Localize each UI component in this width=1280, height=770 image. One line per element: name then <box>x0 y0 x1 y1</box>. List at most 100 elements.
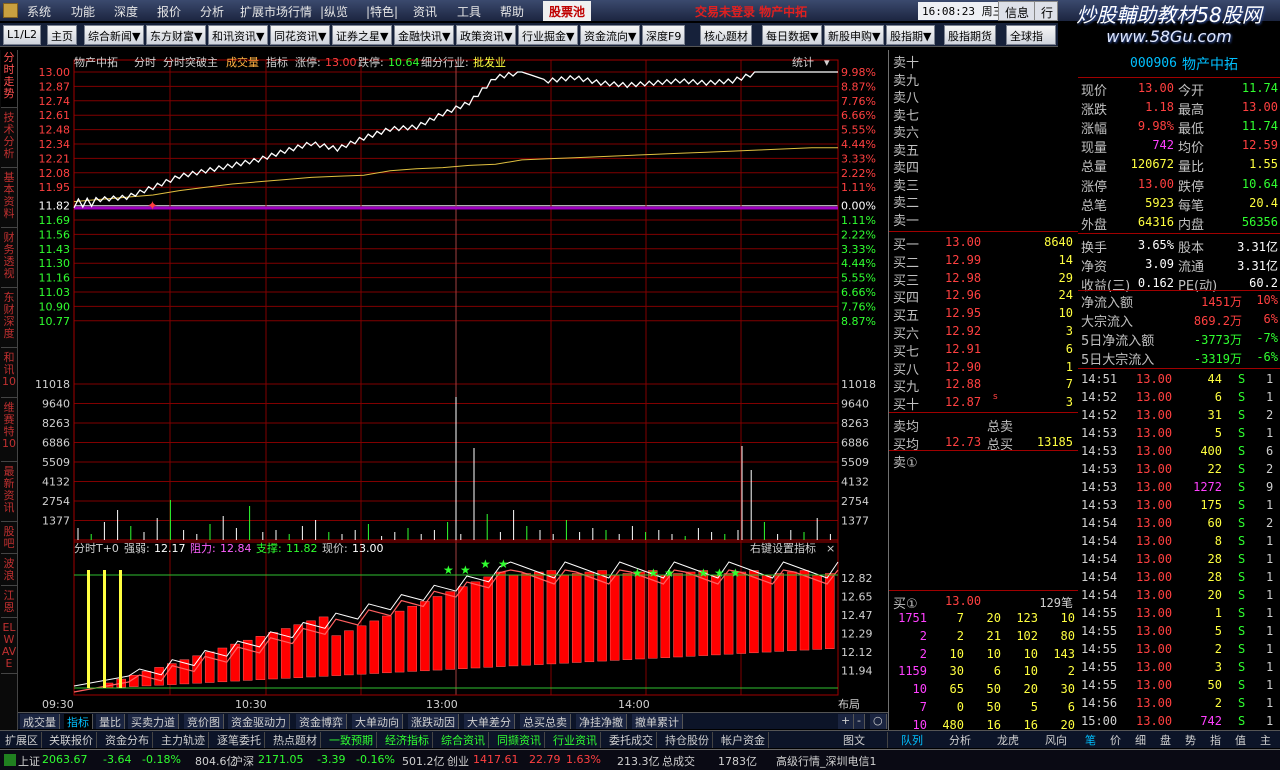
indicator-control-button[interactable]: - <box>854 714 865 729</box>
indicator-tab[interactable]: 撤单累计 <box>632 714 683 729</box>
indicator-tab[interactable]: 成交量 <box>20 714 60 729</box>
graph-f10-button[interactable]: 图文F10 <box>840 732 888 761</box>
intraday-chart[interactable]: 物产中拓 分时 分时突破主 成交量 指标 涨停: 13.00 跌停: 10.64… <box>18 50 888 712</box>
sidebar-item-forum[interactable]: 股吧 <box>1 524 17 554</box>
detail-tab[interactable]: 价 <box>1103 732 1128 748</box>
indicator-tab[interactable]: 资金博弈 <box>296 714 347 729</box>
extension-tab[interactable]: 一致预期 <box>326 732 377 748</box>
toolbar-policy[interactable]: 政策资讯▼ <box>456 25 517 45</box>
toolbar-daily-data[interactable]: 每日数据▼ <box>762 25 823 45</box>
detail-tab[interactable]: 笔 <box>1078 732 1103 748</box>
sidebar-item-technical[interactable]: 技术分析 <box>1 110 17 168</box>
indicator-tab[interactable]: 量比 <box>96 714 125 729</box>
menu-quote[interactable]: 报价 <box>157 3 181 20</box>
sell-queue-label: 卖① <box>893 456 918 471</box>
menu-analysis[interactable]: 分析 <box>200 3 224 20</box>
detail-tab[interactable]: 盘 <box>1153 732 1178 748</box>
trade-button[interactable]: 行 <box>1034 1 1058 21</box>
menu-overview[interactable]: |纵览 <box>320 3 348 20</box>
menu-news[interactable]: 资讯 <box>413 3 437 20</box>
sub-close-icon[interactable]: × <box>826 542 835 555</box>
indicator-tab[interactable]: 大单差分 <box>464 714 515 729</box>
sidebar-item-financials[interactable]: 财务透视 <box>1 230 17 288</box>
sidebar-item-fundamentals[interactable]: 基本资料 <box>1 170 17 228</box>
toolbar-flash-news[interactable]: 金融快讯▼ <box>394 25 455 45</box>
toolbar-home[interactable]: 主页 <box>47 25 77 45</box>
toolbar-general-news[interactable]: 综合新闻▼ <box>84 25 145 45</box>
chart-collapse-icon[interactable]: ▾ <box>824 56 830 69</box>
sidebar-item-elwave[interactable]: ELWAVE <box>1 620 17 674</box>
indicator-control-button[interactable]: + <box>838 714 855 729</box>
sidebar-item-latest-news[interactable]: 最新资讯 <box>1 464 17 522</box>
toolbar-depth-f9[interactable]: 深度F9 <box>642 25 686 45</box>
extension-tab[interactable]: 委托成交 <box>606 732 657 748</box>
toolbar-index-futures-menu[interactable]: 股指期▼ <box>886 25 936 45</box>
extension-tab[interactable]: 资金分布 <box>102 732 153 748</box>
app-icon[interactable] <box>3 3 18 18</box>
toolbar-ipo[interactable]: 新股申购▼ <box>824 25 885 45</box>
toolbar-index-futures[interactable]: 股指期货 <box>944 25 996 45</box>
detail-tab[interactable]: 势 <box>1178 732 1203 748</box>
extension-tab[interactable]: 综合资讯 <box>438 732 489 748</box>
menu-system[interactable]: 系统 <box>27 3 51 20</box>
indicator-tab[interactable]: 净挂净撤 <box>576 714 627 729</box>
sidebar-item-gann[interactable]: 江恩 <box>1 588 17 618</box>
queue-tab[interactable]: 龙虎 <box>984 732 1032 748</box>
toolbar-eastmoney[interactable]: 东方财富▼ <box>146 25 207 45</box>
menu-depth[interactable]: 深度 <box>114 3 138 20</box>
indicator-tab[interactable]: 资金驱动力 <box>228 714 290 729</box>
extension-tab[interactable]: 同撷资讯 <box>494 732 545 748</box>
queue-tab[interactable]: 风向 <box>1032 732 1080 748</box>
indicator-control-button[interactable]: ○ <box>870 714 887 729</box>
indicator-tab[interactable]: 涨跌动因 <box>408 714 459 729</box>
book-separator <box>889 231 1079 232</box>
detail-tab[interactable]: 指 <box>1203 732 1228 748</box>
tick-row: 15:00 13.00 742 S 1 <box>1078 712 1280 730</box>
indicator-tab[interactable]: 总买总卖 <box>520 714 571 729</box>
stock-pool-button[interactable]: 股票池 <box>543 1 592 21</box>
menu-extended-market[interactable]: 扩展市场行情 <box>240 3 312 20</box>
indicator-tab[interactable]: 大单动向 <box>352 714 403 729</box>
sidebar-item-intraday[interactable]: 分时走势 <box>1 50 17 108</box>
queue-tab[interactable]: 队列 <box>888 732 936 748</box>
indicator-tab[interactable]: 买卖力道 <box>128 714 179 729</box>
menu-special[interactable]: |特色| <box>366 3 398 20</box>
menu-function[interactable]: 功能 <box>71 3 95 20</box>
extension-tab[interactable]: 逐笔委托 <box>214 732 265 748</box>
menu-tools[interactable]: 工具 <box>457 3 481 20</box>
detail-tab[interactable]: 细 <box>1128 732 1153 748</box>
extension-tab[interactable]: 关联报价 <box>46 732 97 748</box>
toolbar-core-theme[interactable]: 核心题材 <box>700 25 752 45</box>
chart-vol-label[interactable]: 成交量 <box>226 55 259 69</box>
sidebar-item-hexun10[interactable]: 和讯10 <box>1 350 17 398</box>
feed-server[interactable]: 高级行情_深圳电信1 <box>776 753 877 769</box>
sidebar-item-weisaite10[interactable]: 维赛特10 <box>1 400 17 462</box>
detail-tab[interactable]: 主 <box>1253 732 1278 748</box>
toolbar-hexun[interactable]: 和讯资讯▼ <box>208 25 269 45</box>
extension-tab[interactable]: 帐户资金 <box>718 732 769 748</box>
chart-idx-label[interactable]: 指标 <box>266 55 288 69</box>
extension-tab[interactable]: 扩展区 <box>2 732 42 748</box>
indicator-settings[interactable]: 右键设置指标 <box>750 541 816 555</box>
queue-tab[interactable]: 分析 <box>936 732 984 748</box>
toolbar-global-index[interactable]: 全球指 <box>1006 25 1056 45</box>
extension-tab[interactable]: 持仓股份 <box>662 732 713 748</box>
toolbar-tonghuashun[interactable]: 同花资讯▼ <box>270 25 331 45</box>
stats-button[interactable]: 统计 <box>792 56 814 69</box>
info-button[interactable]: 信息 <box>998 1 1037 21</box>
extension-tab[interactable]: 主力轨迹 <box>158 732 209 748</box>
extension-tab[interactable]: 热点题材 <box>270 732 321 748</box>
indicator-tab[interactable]: 指标 <box>64 714 93 729</box>
toolbar-capital-flow[interactable]: 资金流向▼ <box>580 25 641 45</box>
toolbar-l1l2[interactable]: L1/L2 <box>3 25 41 45</box>
toolbar-stockstar[interactable]: 证券之星▼ <box>332 25 393 45</box>
menu-help[interactable]: 帮助 <box>500 3 524 20</box>
detail-tab[interactable]: 值 <box>1228 732 1253 748</box>
extension-tab[interactable]: 行业资讯 <box>550 732 601 748</box>
layout-button[interactable]: 布局 <box>838 698 860 711</box>
sidebar-item-eastmoney-depth[interactable]: 东财深度 <box>1 290 17 348</box>
sidebar-item-wave[interactable]: 波浪 <box>1 556 17 586</box>
toolbar-industry[interactable]: 行业掘金▼ <box>518 25 579 45</box>
indicator-tab[interactable]: 竞价图 <box>184 714 224 729</box>
extension-tab[interactable]: 经济指标 <box>382 732 433 748</box>
